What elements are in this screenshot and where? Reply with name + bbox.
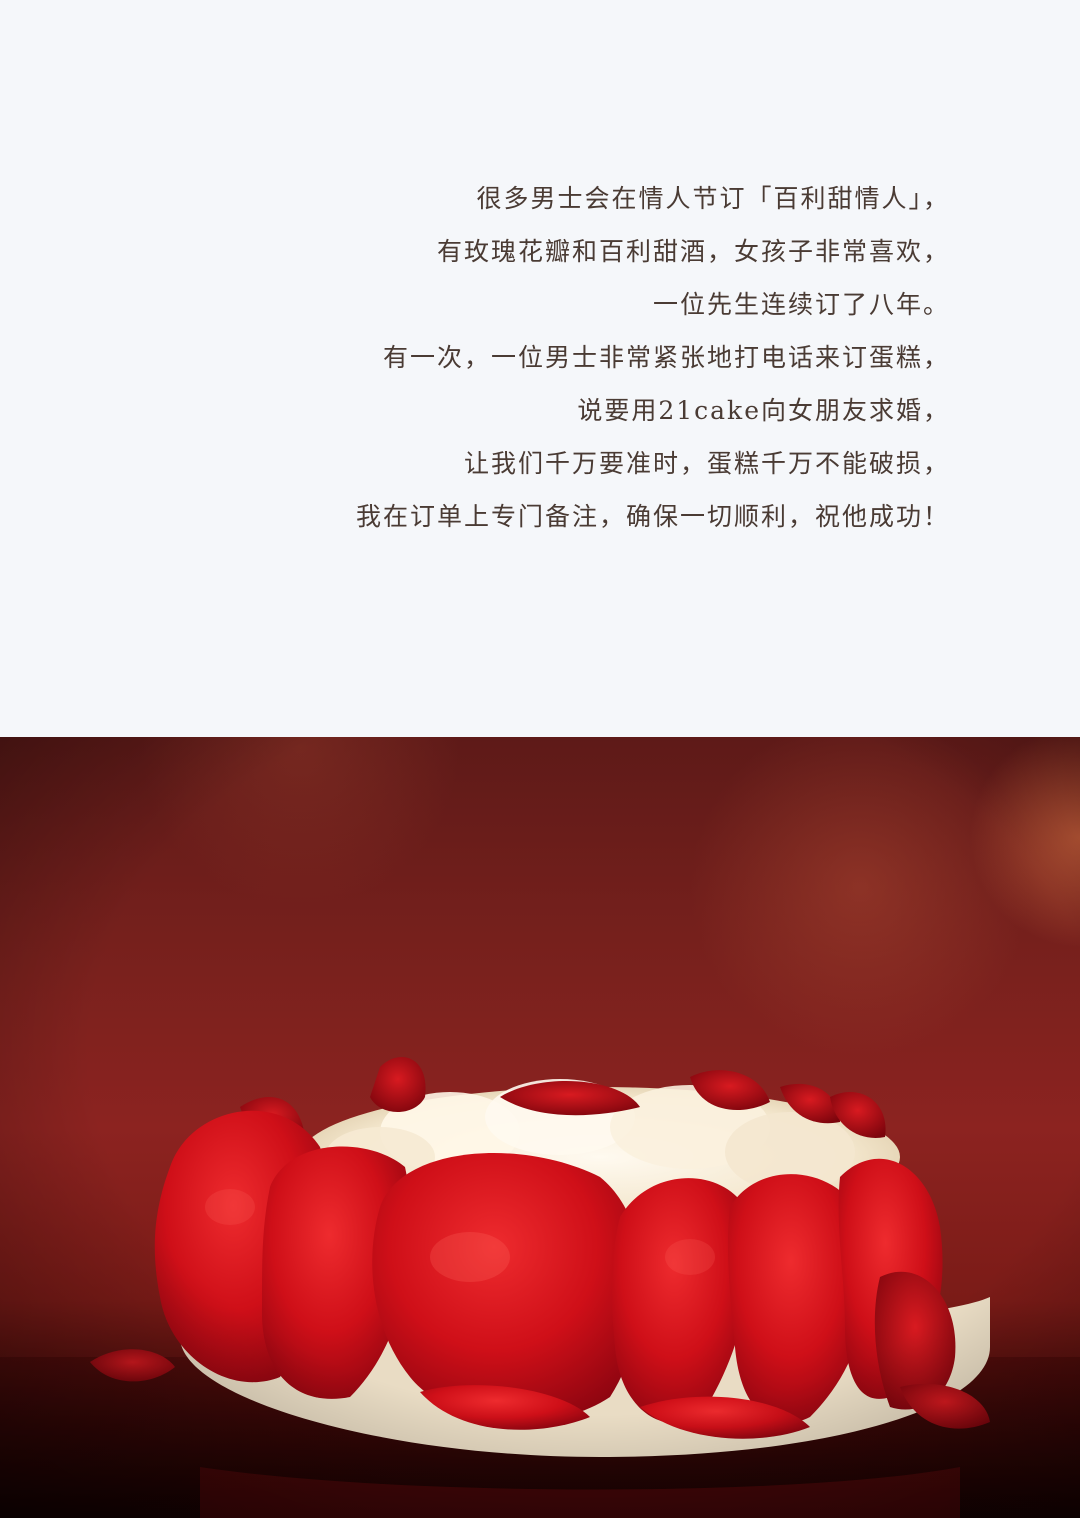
story-line: 一位先生连续订了八年。 bbox=[652, 290, 950, 319]
story-line: 我在订单上专门备注，确保一切顺利，祝他成功！ bbox=[355, 502, 950, 531]
story-line: 有玫瑰花瓣和百利甜酒，女孩子非常喜欢， bbox=[436, 237, 950, 266]
cake-photo bbox=[0, 737, 1080, 1518]
story-line: 让我们千万要准时，蛋糕千万不能破损， bbox=[463, 449, 950, 478]
story-line: 很多男士会在情人节订「百利甜情人」， bbox=[476, 184, 950, 213]
rose-petal-cake-image bbox=[0, 737, 1080, 1518]
story-panel: 很多男士会在情人节订「百利甜情人」， 有玫瑰花瓣和百利甜酒，女孩子非常喜欢， 一… bbox=[0, 0, 1080, 737]
story-line: 有一次，一位男士非常紧张地打电话来订蛋糕， bbox=[382, 343, 950, 372]
story-line: 说要用21cake向女朋友求婚， bbox=[577, 396, 950, 425]
story-text: 很多男士会在情人节订「百利甜情人」， 有玫瑰花瓣和百利甜酒，女孩子非常喜欢， 一… bbox=[356, 172, 950, 543]
